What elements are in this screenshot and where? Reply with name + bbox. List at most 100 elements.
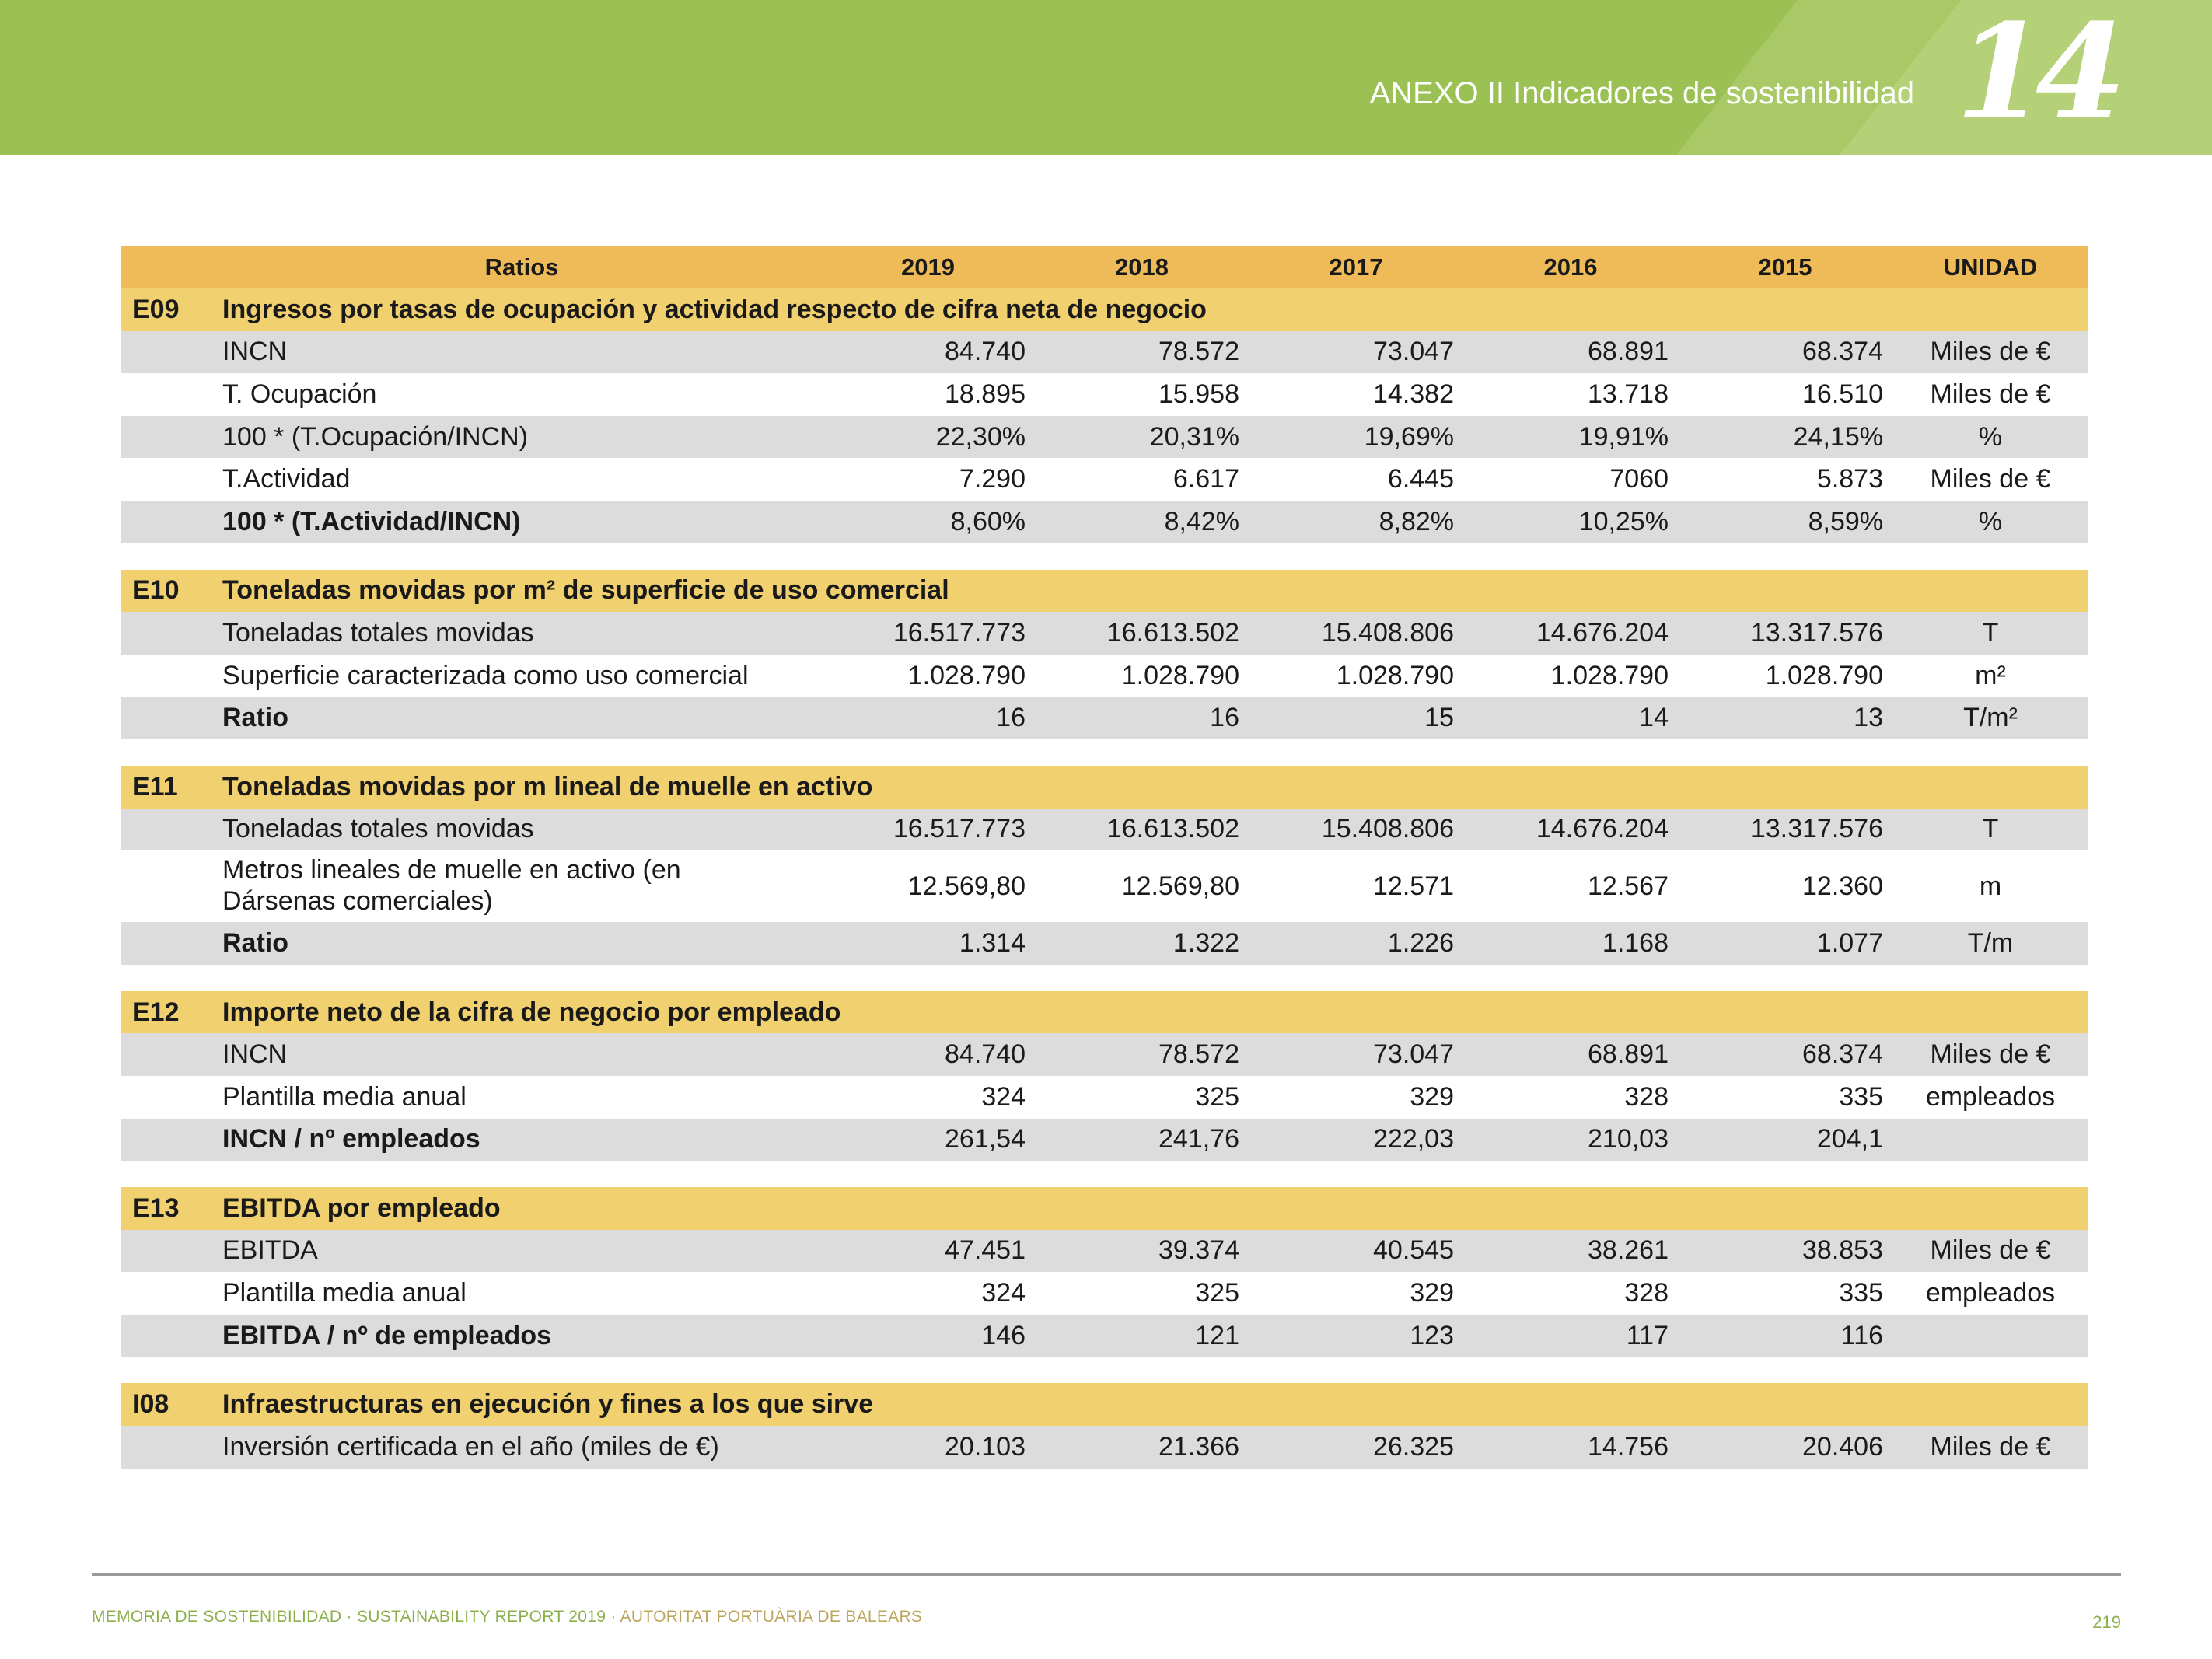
value-cell: 15 [1249, 697, 1463, 739]
section-spacer [121, 1161, 2088, 1188]
row-code-cell [121, 1272, 222, 1315]
value-cell: 1.314 [821, 922, 1035, 965]
table-row: Ratio 16 16 15 14 13 T/m² [121, 697, 2088, 739]
value-cell: 1.077 [1678, 922, 1892, 965]
value-cell: 14.676.204 [1463, 808, 1678, 851]
value-cell: 15.408.806 [1249, 612, 1463, 655]
row-code-cell [121, 1033, 222, 1076]
value-cell: 5.873 [1816, 464, 1883, 494]
value-cell: 20,31% [1035, 415, 1249, 459]
value-cell: 325 [1195, 1081, 1239, 1112]
value-cell: 16.517.773 [821, 808, 1035, 851]
value-cell: 7060 [1609, 464, 1669, 494]
ratios-table: Ratios 2019 2018 2017 2016 2015 UNIDAD E… [121, 246, 2088, 1469]
value-cell: 16.613.502 [1035, 612, 1249, 655]
value-cell: 7.290 [959, 464, 1026, 494]
row-code-cell [121, 1314, 222, 1357]
value-cell: 1.226 [1249, 922, 1463, 965]
value-cell: 12.571 [1373, 871, 1454, 901]
value-cell: 1.028.790 [907, 660, 1026, 690]
value-cell: 8,82% [1249, 500, 1463, 543]
value-cell: 329 [1410, 1081, 1454, 1112]
value-cell: 328 [1624, 1081, 1669, 1112]
table-row: Toneladas totales movidas 16.517.773 16.61… [121, 808, 2088, 851]
value-cell: 12.569,80 [907, 871, 1026, 901]
table-body: E09 Ingresos por tasas de ocupación y act… [121, 288, 2088, 1469]
indicator-code: E13 [121, 1187, 222, 1230]
value-cell: 68.891 [1463, 1033, 1678, 1076]
value-cell: 13.317.576 [1678, 612, 1892, 655]
value-cell: 39.374 [1035, 1229, 1249, 1273]
value-cell: 16 [1035, 697, 1249, 739]
value-cell: 146 [821, 1314, 1035, 1357]
value-cell: 12.567 [1588, 871, 1669, 901]
section-header-row: E11 Toneladas movidas por m lineal de mue… [121, 765, 2088, 809]
row-code-cell [121, 330, 222, 374]
row-label: Plantilla media anual [222, 1081, 467, 1112]
row-code-cell [121, 655, 222, 697]
spacer-cell [121, 543, 2088, 570]
unit-cell: % [1892, 415, 2088, 459]
chapter-header-band: ANEXO II Indicadores de sostenibilidad 1… [0, 0, 2212, 155]
value-cell: 47.451 [821, 1229, 1035, 1273]
row-label: Toneladas totales movidas [222, 808, 821, 851]
value-cell: 16 [821, 697, 1035, 739]
table-row: Inversión certificada en el año (miles d… [121, 1426, 2088, 1469]
value-cell: 117 [1463, 1314, 1678, 1357]
value-cell: 68.374 [1678, 330, 1892, 374]
spacer-cell [121, 1357, 2088, 1384]
row-label: EBITDA [222, 1229, 821, 1273]
table-row: Metros lineales de muelle en activo (en … [121, 850, 2088, 922]
value-cell: 14.676.204 [1463, 612, 1678, 655]
table-column-header-row: Ratios 2019 2018 2017 2016 2015 UNIDAD [121, 246, 2088, 288]
row-label: 100 * (T.Actividad/INCN) [222, 500, 821, 543]
section-header-row: E09 Ingresos por tasas de ocupación y act… [121, 288, 2088, 331]
column-header-2015: 2015 [1678, 246, 1892, 288]
value-cell: 18.895 [945, 379, 1026, 409]
unit-cell: empleados [1925, 1081, 2056, 1112]
table-row: Plantilla media anual 324 325 329 328 335 empl… [121, 1076, 2088, 1119]
value-cell: 20.406 [1678, 1426, 1892, 1469]
value-cell: 328 [1624, 1278, 1669, 1308]
table-row: Ratio 1.314 1.322 1.226 1.168 1.077 T/m [121, 922, 2088, 965]
table-row: Toneladas totales movidas 16.517.773 16.61… [121, 612, 2088, 655]
indicator-code: E09 [121, 288, 222, 331]
value-cell: 38.261 [1463, 1229, 1678, 1273]
unit-cell: m [1979, 871, 2002, 901]
spacer-cell [121, 739, 2088, 766]
row-label: Metros lineales de muelle en activo (en … [222, 855, 681, 917]
indicator-title: Ingresos por tasas de ocupación y activi… [222, 288, 2088, 331]
row-label: T.Actividad [222, 464, 351, 494]
row-label: INCN / nº empleados [222, 1118, 821, 1161]
unit-cell: T [1892, 808, 2088, 851]
section-spacer [121, 739, 2088, 766]
row-code-cell [121, 458, 222, 501]
row-label: INCN [222, 330, 821, 374]
value-cell: 78.572 [1035, 330, 1249, 374]
unit-cell: Miles de € [1930, 464, 2051, 494]
value-cell: 1.322 [1035, 922, 1249, 965]
value-cell: 324 [981, 1278, 1026, 1308]
row-label: Superficie caracterizada como uso comerc… [222, 660, 749, 690]
value-cell: 121 [1035, 1314, 1249, 1357]
value-cell: 19,69% [1249, 415, 1463, 459]
value-cell: 261,54 [821, 1118, 1035, 1161]
table-row: EBITDA 47.451 39.374 40.545 38.261 38.853 Mile… [121, 1229, 2088, 1273]
value-cell: 1.028.790 [1336, 660, 1454, 690]
section-spacer [121, 1357, 2088, 1384]
value-cell: 13.718 [1588, 379, 1669, 409]
section-header-row: I08 Infraestructuras en ejecución y fines… [121, 1383, 2088, 1427]
table-row: Superficie caracterizada como uso comerc… [121, 655, 2088, 697]
row-code-cell [121, 500, 222, 543]
value-cell: 84.740 [821, 330, 1035, 374]
section-header-row: E10 Toneladas movidas por m² de superfici… [121, 569, 2088, 613]
value-cell: 6.617 [1172, 464, 1239, 494]
section-title: ANEXO II Indicadores de sostenibilidad [1369, 76, 1914, 110]
column-header-unidad: UNIDAD [1892, 246, 2088, 288]
value-cell: 14.382 [1373, 379, 1454, 409]
value-cell: 19,91% [1463, 415, 1678, 459]
unit-cell: Miles de € [1892, 1033, 2088, 1076]
indicator-code: I08 [121, 1383, 222, 1427]
spacer-cell [121, 964, 2088, 991]
footer-separator: · [341, 1608, 357, 1626]
